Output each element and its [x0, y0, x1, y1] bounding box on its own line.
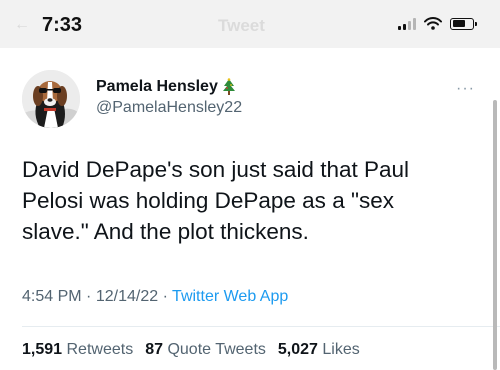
status-icons	[398, 17, 477, 30]
battery-icon	[450, 17, 477, 30]
avatar[interactable]	[22, 70, 80, 128]
author-handle[interactable]: @PamelaHensley22	[96, 99, 242, 117]
tweet-author[interactable]: Pamela Hensley @PamelaHensley22	[96, 78, 242, 117]
tweet-source-link[interactable]: Twitter Web App	[172, 288, 288, 305]
tweet-time: 4:54 PM	[22, 288, 82, 305]
tweet-date: 12/14/22	[95, 288, 159, 305]
likes-stat[interactable]: 5,027 Likes	[278, 341, 360, 359]
back-arrow-icon[interactable]: ←	[14, 16, 30, 34]
christmas-tree-icon	[222, 78, 235, 95]
more-options-icon[interactable]: ···	[456, 80, 475, 98]
wifi-icon	[424, 17, 442, 30]
tweet-stats: 1,591 Retweets 87 Quote Tweets 5,027 Lik…	[22, 341, 360, 359]
divider	[22, 326, 500, 327]
beagle-avatar-icon	[22, 70, 80, 128]
status-bar: ← Tweet 7:33	[0, 0, 500, 48]
cellular-signal-icon	[398, 17, 416, 30]
scrollbar[interactable]	[493, 100, 497, 370]
meta-separator: ·	[86, 288, 92, 305]
status-time: 7:33	[42, 14, 83, 36]
author-name[interactable]: Pamela Hensley	[96, 78, 218, 96]
quote-tweets-stat[interactable]: 87 Quote Tweets	[145, 341, 266, 359]
meta-separator: ·	[162, 288, 168, 305]
tweet-meta: 4:54 PM · 12/14/22 · Twitter Web App	[22, 288, 288, 306]
retweets-stat[interactable]: 1,591 Retweets	[22, 341, 133, 359]
retweets-label: Retweets	[66, 341, 134, 358]
retweets-count: 1,591	[22, 341, 63, 358]
tweet-text: David DePape's son just said that Paul P…	[22, 157, 410, 244]
likes-count: 5,027	[277, 341, 318, 358]
quotes-count: 87	[145, 341, 163, 358]
quotes-label: Quote Tweets	[167, 341, 266, 358]
likes-label: Likes	[322, 341, 360, 358]
header-title: Tweet	[218, 16, 265, 35]
